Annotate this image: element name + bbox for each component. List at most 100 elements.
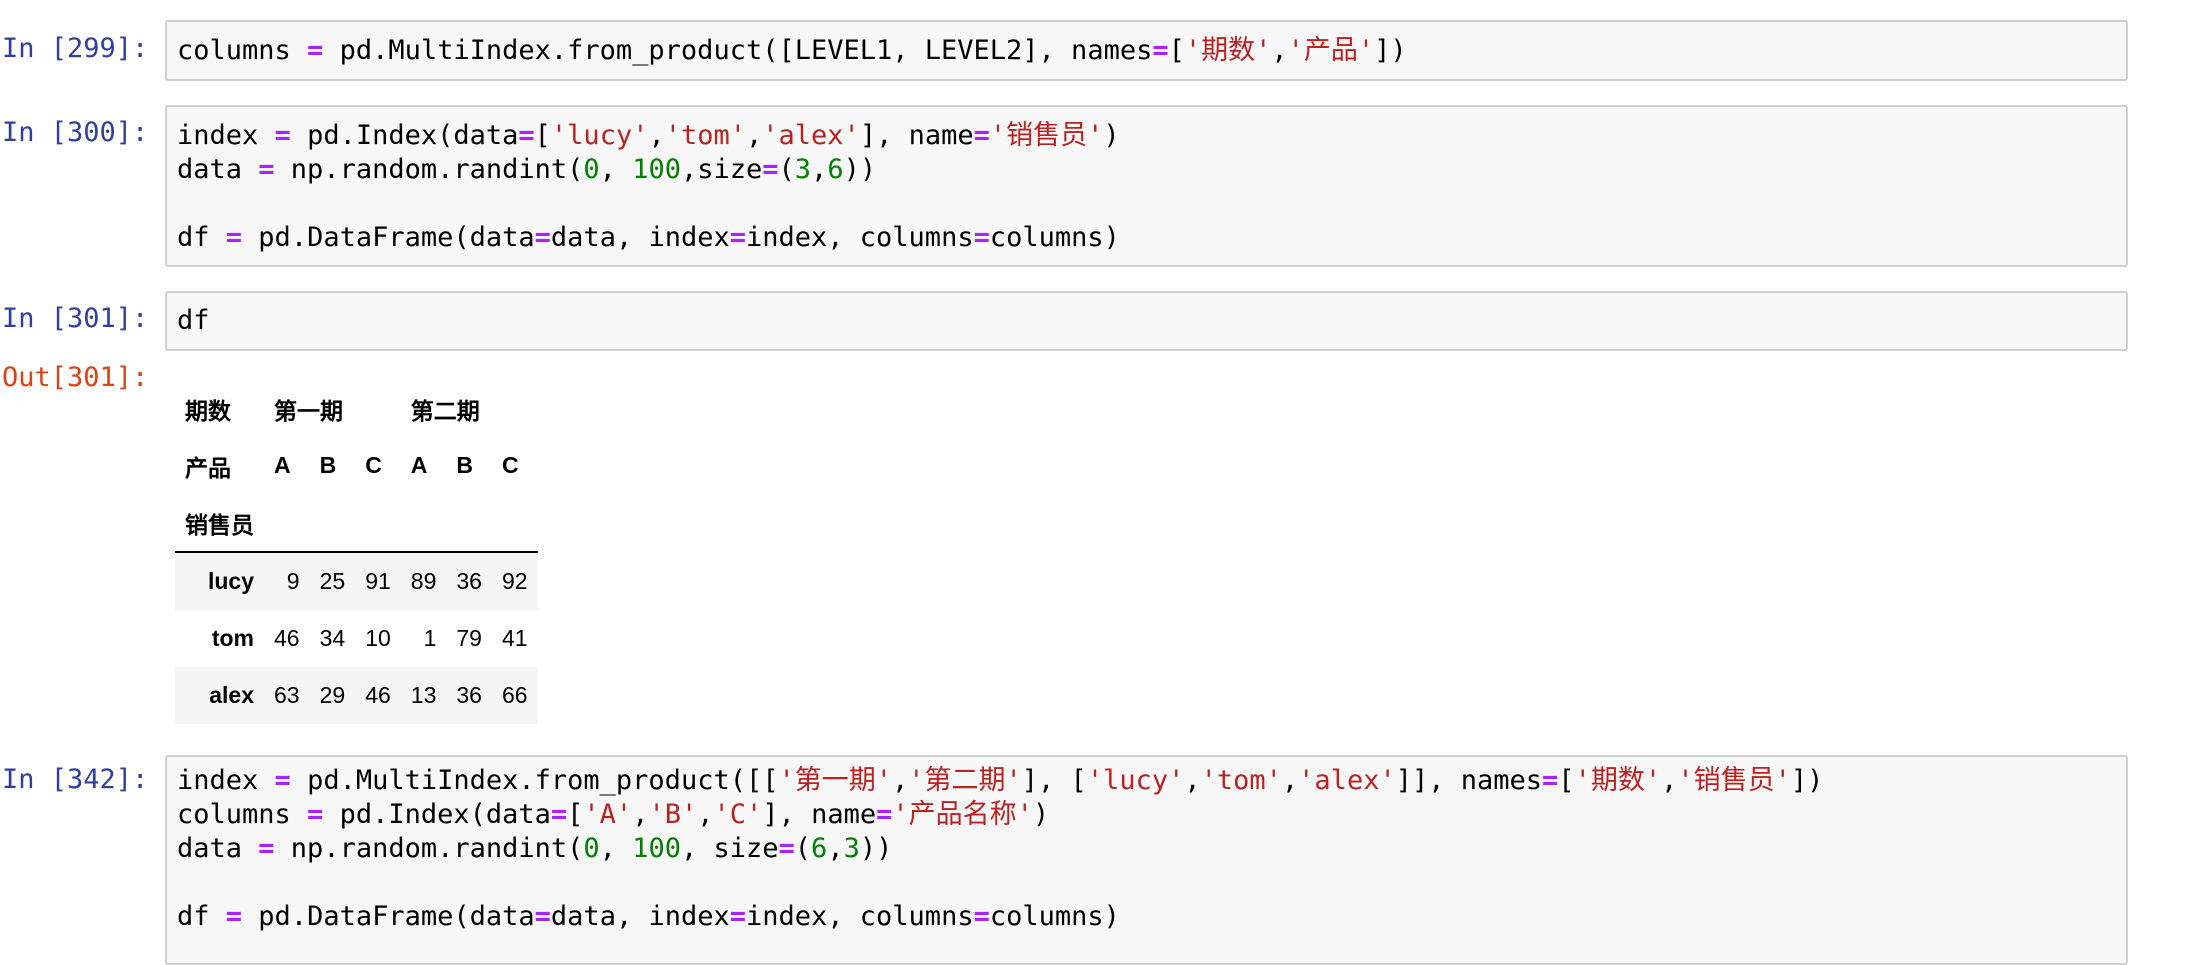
column-header: A [274,452,291,478]
code-input-area[interactable]: columns = pd.MultiIndex.from_product([LE… [165,20,2128,81]
table-cell: 29 [319,682,346,708]
code-token: 3 [794,154,812,185]
code-token: 'tom' [1200,765,1282,796]
code-token: data, index [550,222,730,253]
code-token: = [225,222,243,253]
table-cell: 1 [423,625,437,651]
code-line: data = np.random.randint(0, 100,size=(3,… [177,153,876,187]
code-line: data = np.random.randint(0, 100, size=(6… [177,832,892,866]
code-token: pd.DataFrame(data [242,901,535,932]
row-label: lucy [207,568,254,594]
code-token: , [648,120,665,151]
code-token: df [177,305,210,336]
code-token: 100 [632,154,681,185]
code-token: index [177,765,275,796]
code-token: 'C' [713,799,763,830]
column-header: B [319,452,337,478]
table-cell: 36 [456,568,482,594]
code-token: ) [1032,799,1050,830]
code-token: pd.MultiIndex.from_product([LEVEL1, LEVE… [323,35,1153,66]
code-token: df [177,222,226,253]
code-input-area[interactable]: df [165,291,2128,351]
code-token: = [762,154,779,185]
output-prompt: Out[301]: [2,362,149,393]
code-token: ,size [680,154,763,185]
code-token: 'A' [583,799,633,830]
code-token: 'B' [648,799,698,830]
table-cell: 66 [501,682,528,708]
code-token: , [811,154,828,185]
column-level1-name: 产品 [185,454,231,481]
code-line: index = pd.Index(data=['lucy','tom','ale… [177,119,1120,153]
column-header: C [501,452,519,478]
code-token: 0 [583,154,600,185]
code-token: , [746,120,763,151]
column-header: C [365,452,382,478]
code-token: columns [177,35,308,66]
code-line: df = pd.DataFrame(data=data, index=index… [177,900,1120,934]
code-token: '期数' [1574,765,1662,796]
code-line: columns = pd.MultiIndex.from_product([LE… [177,34,1407,68]
code-token: '第二期' [908,765,1022,796]
code-token: , [1281,765,1299,796]
code-token: , [632,799,649,830]
table-cell: 46 [365,682,391,708]
code-token: = [534,901,551,932]
code-token: ], name [859,120,974,151]
code-token: [ [534,120,551,151]
code-token: = [729,901,746,932]
code-token: , [1184,765,1201,796]
code-token: '销售员' [989,120,1104,151]
column-header: A [410,452,428,478]
code-token: = [729,222,746,253]
code-token: = [778,833,795,864]
code-token: = [274,120,291,151]
table-cell: 91 [365,568,391,594]
code-token: 'lucy' [1086,765,1185,796]
code-token: data [177,154,259,185]
code-input-area[interactable]: index = pd.MultiIndex.from_product([['第一… [165,755,2128,965]
code-token: ], name [762,799,877,830]
table-cell: 34 [319,625,346,651]
code-token: ]) [1374,35,1407,66]
table-cell: 46 [274,625,300,651]
table-cell: 89 [410,568,437,594]
code-token: pd.Index(data [323,799,551,830]
code-token: = [973,222,990,253]
code-token: = [1542,765,1559,796]
code-token: = [534,222,551,253]
code-token: data, index [550,901,730,932]
code-token: np.random.randint( [274,154,584,185]
input-prompt: In [342]: [2,764,149,795]
code-token: = [225,901,243,932]
code-token: 3 [843,833,860,864]
code-token: data [177,833,259,864]
index-name-row: 销售员 [175,494,538,553]
code-token: = [876,799,893,830]
code-token: = [258,833,275,864]
code-token: , [827,833,844,864]
code-token: )) [843,154,877,185]
code-token: columns) [989,901,1120,932]
code-token: index, columns [746,901,974,932]
code-token: 100 [632,833,681,864]
code-token: , size [680,833,779,864]
table-cell: 9 [286,568,300,594]
code-token: df [177,901,226,932]
table-cell: 10 [365,625,391,651]
code-line: df = pd.DataFrame(data=data, index=index… [177,221,1120,255]
code-token: '第一期' [778,765,892,796]
code-token: , [599,154,633,185]
code-token: 6 [811,833,828,864]
code-line: index = pd.MultiIndex.from_product([['第一… [177,764,1823,798]
code-token: index [177,120,275,151]
code-token: = [973,120,990,151]
table-row: alex 63 29 46 13 36 66 [175,667,538,724]
code-token: '期数' [1184,35,1272,66]
code-input-area[interactable]: index = pd.Index(data=['lucy','tom','ale… [165,105,2128,267]
code-token: columns) [989,222,1120,253]
code-token: = [258,154,275,185]
code-token: ]], names [1395,765,1543,796]
code-token: 'alex' [1298,765,1396,796]
table-cell: 36 [456,682,482,708]
